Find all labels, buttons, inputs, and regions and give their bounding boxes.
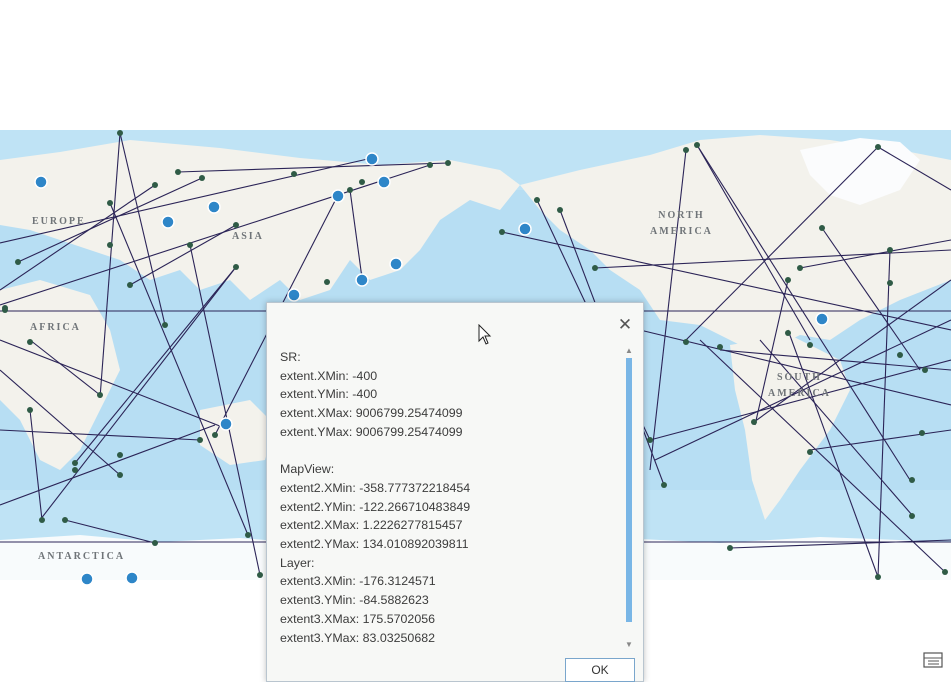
dialog-line: extent2.YMin: -122.266710483849 <box>280 499 471 514</box>
map-label-antarctica: ANTARCTICA <box>38 551 126 562</box>
scroll-down-arrow-icon[interactable]: ▼ <box>624 640 634 649</box>
scroll-up-arrow-icon[interactable]: ▲ <box>624 346 634 355</box>
dialog-line: extent3.XMax: 175.5702056 <box>280 611 435 626</box>
map-label-south-america: SOUTH AMERICA <box>768 372 831 399</box>
close-button[interactable]: ✕ <box>617 315 633 334</box>
dialog-line: MapView: <box>280 462 335 477</box>
scroll-thumb[interactable] <box>626 358 632 622</box>
vertical-scrollbar[interactable]: ▲ ▼ <box>622 346 636 649</box>
close-icon[interactable]: ✕ <box>618 315 632 334</box>
dialog-message: SR: extent.XMin: -400 extent.YMin: -400 ext… <box>280 348 610 648</box>
dialog-line: extent.XMax: 9006799.25474099 <box>280 406 463 421</box>
dialog-line: extent.YMin: -400 <box>280 387 378 402</box>
map-label-europe: EUROPE <box>32 216 86 227</box>
map-label-africa: AFRICA <box>30 322 81 333</box>
map-label-north-america: NORTH AMERICA <box>650 210 713 237</box>
mouse-cursor-icon <box>478 324 492 345</box>
dialog-line: extent3.XMin: -176.3124571 <box>280 574 436 589</box>
ok-button[interactable]: OK <box>565 658 635 682</box>
dialog-line: extent.XMin: -400 <box>280 368 378 383</box>
dialog-line: Layer: <box>280 555 315 570</box>
blank-header-area <box>0 0 951 130</box>
dialog-line: extent3.YMin: -84.5882623 <box>280 593 429 608</box>
dialog-line: extent2.XMax: 1.2226277815457 <box>280 518 463 533</box>
map-label-asia: ASIA <box>232 231 264 242</box>
dialog-line: extent.YMax: 9006799.25474099 <box>280 424 463 439</box>
dialog-line: extent2.XMin: -358.777372218454 <box>280 480 471 495</box>
message-dialog: ✕ SR: extent.XMin: -400 extent.YMin: -400 e… <box>266 302 644 682</box>
layer-list-icon[interactable] <box>922 650 944 670</box>
dialog-line <box>280 442 610 461</box>
dialog-line: SR: <box>280 350 301 364</box>
dialog-line: extent3.YMax: 83.03250682 <box>280 630 435 645</box>
dialog-line: extent2.YMax: 134.010892039811 <box>280 537 469 552</box>
